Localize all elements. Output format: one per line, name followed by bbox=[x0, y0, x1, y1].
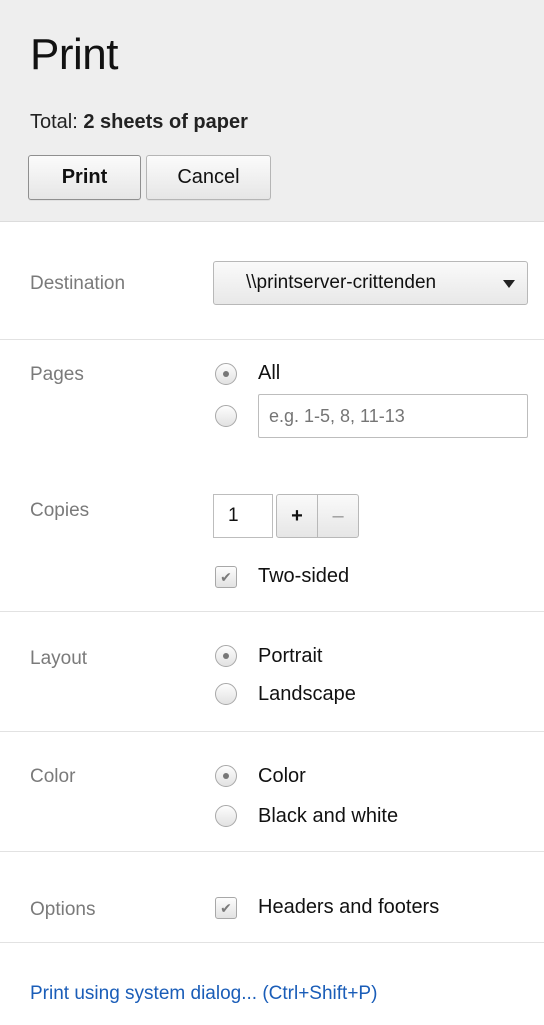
print-header: Print Total: 2 sheets of paper Print Can… bbox=[0, 0, 544, 222]
pages-label: Pages bbox=[30, 364, 84, 385]
destination-label: Destination bbox=[30, 273, 126, 294]
total-value: 2 sheets of paper bbox=[83, 111, 248, 133]
landscape-radio[interactable] bbox=[215, 683, 237, 705]
decrement-button[interactable]: – bbox=[317, 494, 359, 538]
pages-range-input[interactable] bbox=[258, 394, 528, 438]
pages-all-radio[interactable] bbox=[215, 363, 237, 385]
page-title: Print bbox=[30, 30, 118, 79]
system-dialog-link[interactable]: Print using system dialog... (Ctrl+Shift… bbox=[30, 983, 377, 1005]
landscape-label: Landscape bbox=[258, 683, 356, 705]
increment-button[interactable]: + bbox=[276, 494, 318, 538]
two-sided-label: Two-sided bbox=[258, 565, 350, 587]
pages-range-radio[interactable] bbox=[215, 405, 237, 427]
color-label: Color bbox=[30, 766, 76, 787]
black-white-radio[interactable] bbox=[215, 805, 237, 827]
copies-label: Copies bbox=[30, 500, 90, 521]
headers-footers-checkbox[interactable]: ✔ bbox=[215, 897, 237, 919]
two-sided-checkbox[interactable]: ✔ bbox=[215, 566, 237, 588]
color-section bbox=[0, 732, 544, 852]
options-label: Options bbox=[30, 899, 96, 920]
headers-footers-label: Headers and footers bbox=[258, 896, 440, 918]
checkmark-icon: ✔ bbox=[220, 900, 232, 916]
chevron-down-icon bbox=[503, 280, 515, 288]
pages-all-label: All bbox=[258, 362, 281, 384]
total-prefix: Total: bbox=[30, 111, 78, 133]
cancel-button[interactable]: Cancel bbox=[146, 155, 271, 200]
layout-label: Layout bbox=[30, 648, 88, 669]
color-option-label: Color bbox=[258, 765, 306, 787]
total-sheets: Total: 2 sheets of paper bbox=[30, 111, 248, 134]
destination-value: \\printserver-crittenden bbox=[246, 272, 437, 293]
checkmark-icon: ✔ bbox=[220, 569, 232, 585]
destination-select[interactable]: \\printserver-crittenden bbox=[213, 261, 528, 305]
layout-section bbox=[0, 612, 544, 732]
color-radio[interactable] bbox=[215, 765, 237, 787]
black-white-label: Black and white bbox=[258, 805, 399, 827]
copies-input[interactable]: 1 bbox=[213, 494, 273, 538]
print-button[interactable]: Print bbox=[28, 155, 141, 200]
portrait-radio[interactable] bbox=[215, 645, 237, 667]
portrait-label: Portrait bbox=[258, 645, 323, 667]
